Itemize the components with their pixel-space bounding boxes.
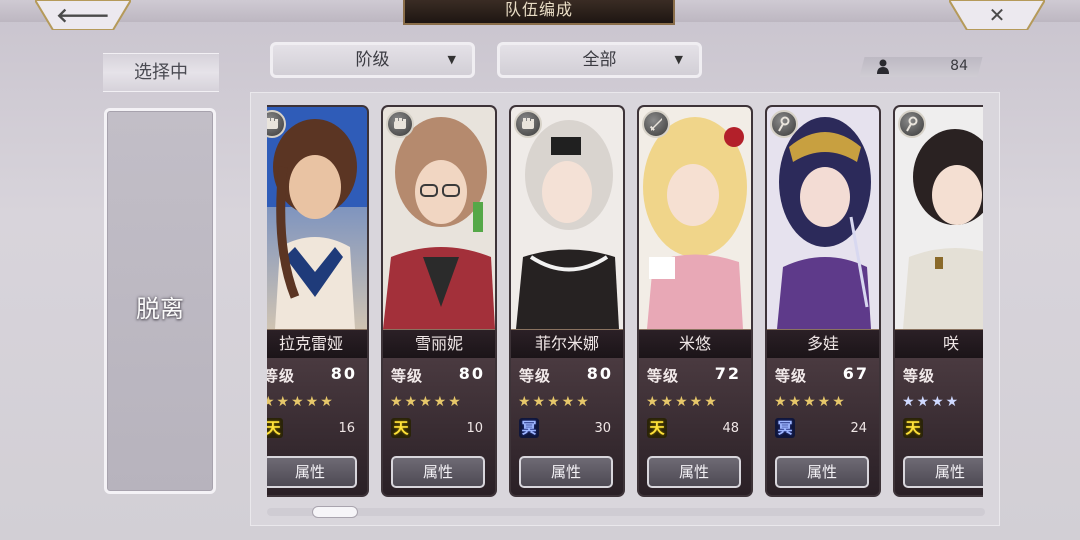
horizontal-scrollbar[interactable]	[267, 508, 985, 516]
attributes-button[interactable]: 属性	[647, 456, 741, 488]
chevron-down-icon: ▼	[447, 53, 456, 66]
attributes-button[interactable]: 属性	[903, 456, 983, 488]
chevron-down-icon: ▼	[674, 53, 683, 66]
rank-tian-icon: 天	[903, 418, 923, 438]
back-button[interactable]: 🡐	[35, 0, 131, 30]
level-label: 等级	[519, 367, 552, 385]
star-rating: ★★★★★	[267, 394, 335, 410]
close-button[interactable]: ✕	[949, 0, 1045, 30]
rank-tian-icon: 天	[647, 418, 667, 438]
attributes-button[interactable]: 属性	[267, 456, 357, 488]
remove-slot-button[interactable]: 脱离	[104, 108, 216, 494]
selecting-label: 选择中	[103, 53, 219, 92]
rank-filter-label: 阶级	[355, 50, 390, 70]
character-stats: 等级 67 ★★★★★ 冥 24 属性	[767, 358, 879, 495]
character-portrait	[767, 107, 879, 329]
character-card[interactable]: 咲 等级 6 ★★★★ 天 属性	[895, 107, 983, 495]
level-value: 80	[458, 364, 485, 383]
level-value: 72	[714, 364, 741, 383]
character-number: 10	[466, 421, 483, 436]
rank-tian-icon: 天	[391, 418, 411, 438]
star-rating: ★★★★★	[774, 394, 847, 410]
level-label: 等级	[267, 367, 296, 385]
level-label: 等级	[391, 367, 424, 385]
star-rating: ★★★★	[902, 394, 961, 410]
character-stats: 等级 80 ★★★★★ 冥 30 属性	[511, 358, 623, 495]
character-card[interactable]: 多娃 等级 67 ★★★★★ 冥 24 属性	[767, 107, 879, 495]
level-value: 80	[586, 364, 613, 383]
party-count-value: 84	[950, 58, 968, 74]
star-rating: ★★★★★	[518, 394, 591, 410]
rank-filter-dropdown[interactable]: 阶级 ▼	[270, 42, 475, 78]
level-label: 等级	[903, 367, 936, 385]
close-icon: ✕	[988, 3, 1006, 27]
character-name: 菲尔米娜	[511, 329, 623, 359]
rank-tian-icon: 天	[267, 418, 283, 438]
star-rating: ★★★★★	[390, 394, 463, 410]
character-portrait	[267, 107, 367, 329]
staff-icon	[770, 110, 798, 138]
staff-icon	[898, 110, 926, 138]
character-name: 咲	[895, 329, 983, 359]
attributes-button[interactable]: 属性	[775, 456, 869, 488]
level-value: 67	[842, 364, 869, 383]
sword-icon	[642, 110, 670, 138]
character-number: 48	[722, 421, 739, 436]
level-label: 等级	[775, 367, 808, 385]
arrow-left-icon: 🡐	[56, 3, 110, 27]
star-rating: ★★★★★	[646, 394, 719, 410]
character-number: 24	[850, 421, 867, 436]
character-name: 米悠	[639, 329, 751, 359]
attributes-button[interactable]: 属性	[519, 456, 613, 488]
character-name: 多娃	[767, 329, 879, 359]
character-stats: 等级 6 ★★★★ 天 属性	[895, 358, 983, 495]
character-card[interactable]: 米悠 等级 72 ★★★★★ 天 48 属性	[639, 107, 751, 495]
character-name: 拉克雷娅	[267, 329, 367, 359]
party-count: 84	[866, 57, 978, 77]
category-filter-label: 全部	[582, 50, 617, 70]
character-number: 16	[338, 421, 355, 436]
character-portrait	[383, 107, 495, 329]
scrollbar-thumb[interactable]	[312, 506, 358, 518]
fist-icon	[514, 110, 542, 138]
character-name: 雪丽妮	[383, 329, 495, 359]
level-value: 80	[330, 364, 357, 383]
character-card[interactable]: 雪丽妮 等级 80 ★★★★★ 天 10 属性	[383, 107, 495, 495]
remove-label: 脱离	[136, 295, 184, 323]
page-title: 队伍编成	[403, 0, 675, 25]
character-stats: 等级 72 ★★★★★ 天 48 属性	[639, 358, 751, 495]
rank-ming-icon: 冥	[775, 418, 795, 438]
character-number: 30	[594, 421, 611, 436]
character-portrait	[511, 107, 623, 329]
character-card[interactable]: 菲尔米娜 等级 80 ★★★★★ 冥 30 属性	[511, 107, 623, 495]
character-list[interactable]: 拉克雷娅 等级 80 ★★★★★ 天 16 属性 雪丽妮 等级 80 ★★★★★…	[267, 100, 983, 500]
category-filter-dropdown[interactable]: 全部 ▼	[497, 42, 702, 78]
person-icon	[876, 59, 890, 78]
character-portrait	[895, 107, 983, 329]
character-card[interactable]: 拉克雷娅 等级 80 ★★★★★ 天 16 属性	[267, 107, 367, 495]
character-stats: 等级 80 ★★★★★ 天 16 属性	[267, 358, 367, 495]
fist-icon	[386, 110, 414, 138]
character-stats: 等级 80 ★★★★★ 天 10 属性	[383, 358, 495, 495]
character-portrait	[639, 107, 751, 329]
attributes-button[interactable]: 属性	[391, 456, 485, 488]
rank-ming-icon: 冥	[519, 418, 539, 438]
level-label: 等级	[647, 367, 680, 385]
